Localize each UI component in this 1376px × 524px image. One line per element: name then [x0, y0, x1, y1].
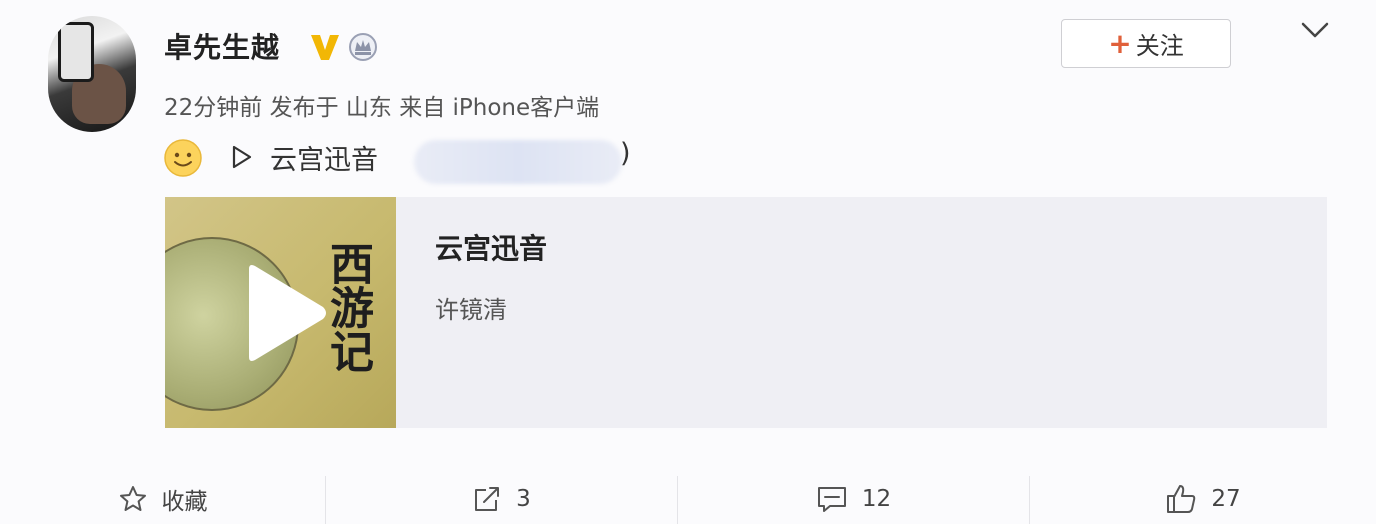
thumbs-up-icon — [1167, 485, 1196, 513]
follow-button[interactable]: + 关注 — [1061, 19, 1231, 68]
play-outline-icon[interactable] — [230, 144, 254, 170]
crown-badge-icon — [349, 33, 377, 61]
smile-emoji-icon — [164, 139, 202, 177]
comment-count: 12 — [861, 486, 892, 512]
blurred-redaction — [414, 140, 622, 184]
verified-v-icon — [311, 35, 339, 60]
avatar[interactable] — [48, 16, 136, 132]
music-link[interactable]: 云宫迅音 — [270, 138, 378, 177]
plus-icon: + — [1108, 26, 1132, 60]
card-artist: 许镜清 — [435, 296, 507, 324]
follow-label: 关注 — [1135, 32, 1184, 60]
share-count: 3 — [516, 486, 531, 512]
like-count: 27 — [1211, 486, 1241, 512]
favorite-button[interactable]: 收藏 — [0, 474, 325, 524]
star-icon — [119, 486, 146, 511]
like-button[interactable]: 27 — [1030, 474, 1376, 524]
comment-button[interactable]: 12 — [678, 474, 1029, 524]
share-button[interactable]: 3 — [326, 474, 677, 524]
card-song-title: 云宫迅音 — [435, 232, 548, 265]
avatar-phone-shape — [58, 22, 94, 82]
post-meta: 22分钟前 发布于 山东 来自 iPhone客户端 — [164, 95, 600, 121]
share-icon — [475, 487, 500, 511]
play-icon[interactable] — [239, 261, 331, 365]
album-cover[interactable]: 西游记 — [165, 197, 396, 428]
favorite-label: 收藏 — [161, 489, 208, 515]
chevron-down-icon[interactable] — [1300, 20, 1330, 40]
close-paren: ) — [620, 138, 631, 169]
username[interactable]: 卓先生越 — [164, 26, 280, 66]
comment-icon — [817, 487, 846, 512]
